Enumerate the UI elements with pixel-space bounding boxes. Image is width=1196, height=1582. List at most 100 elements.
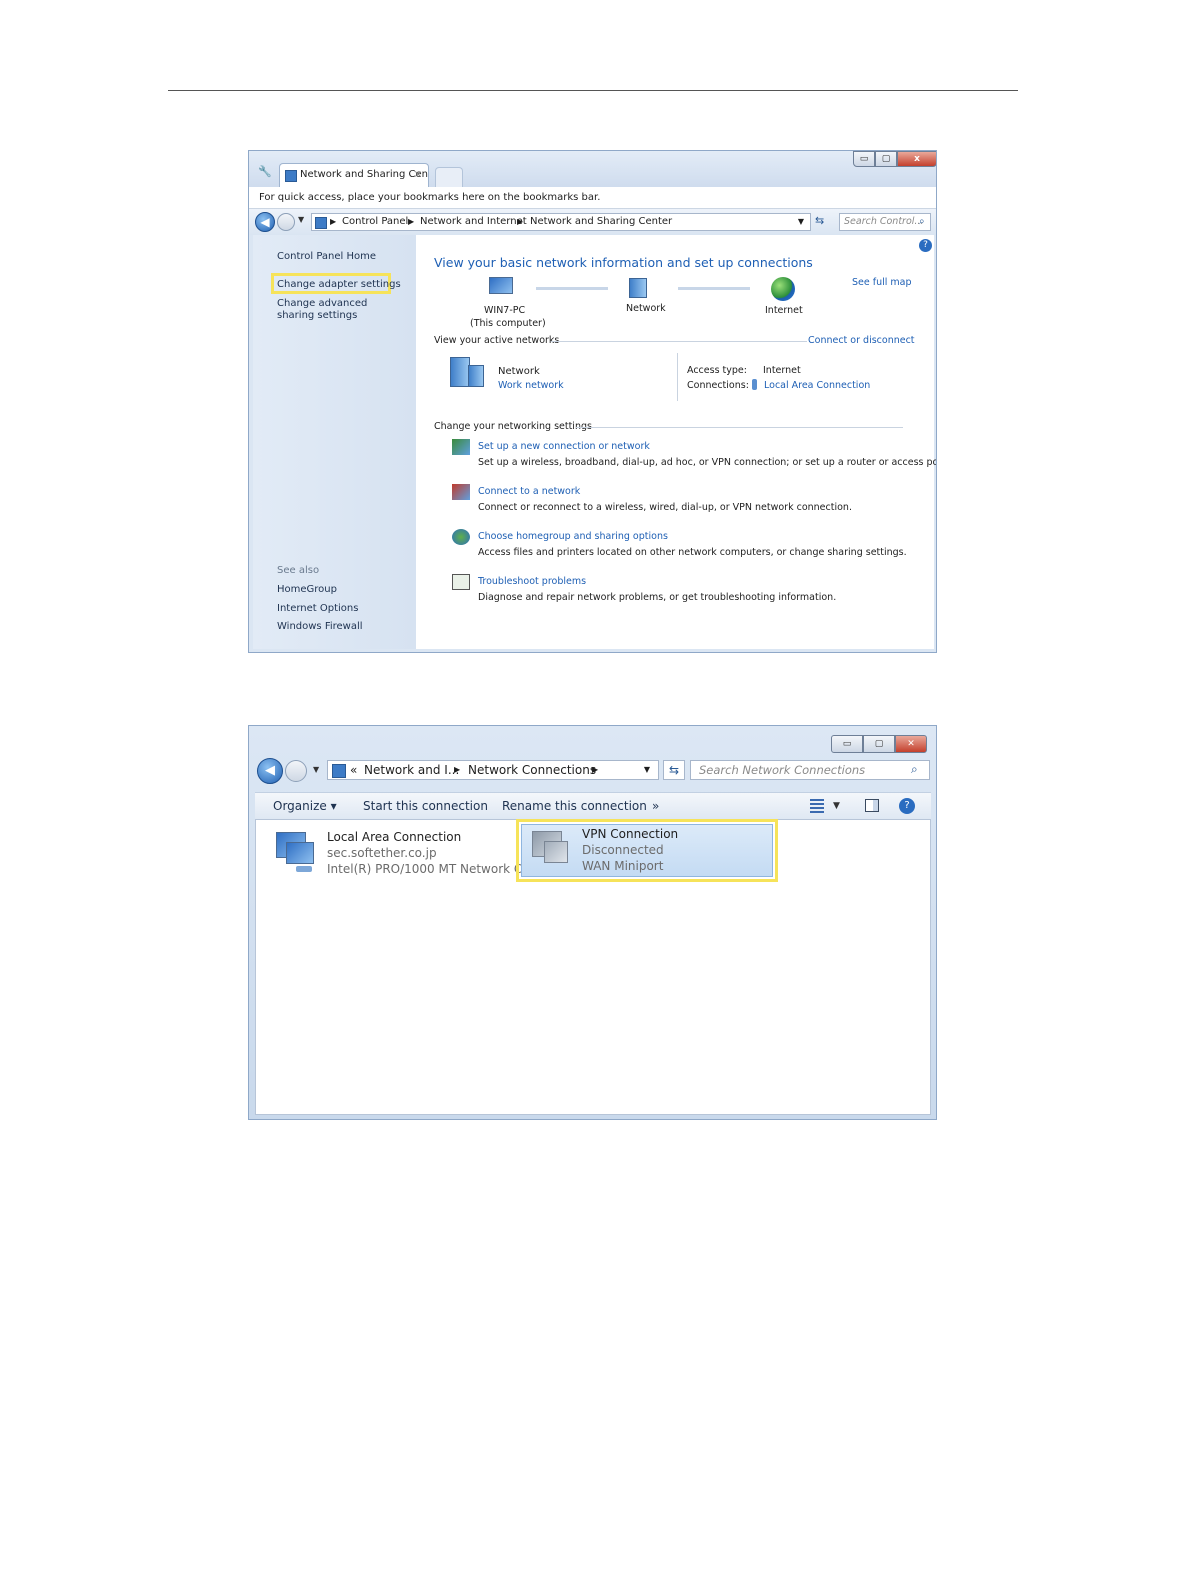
see-also-homegroup[interactable]: HomeGroup [277, 584, 337, 595]
access-type-value: Internet [763, 365, 801, 376]
see-also-internet-options[interactable]: Internet Options [277, 603, 358, 614]
organize-button[interactable]: Organize ▾ [273, 793, 337, 819]
search-input[interactable]: Search Control... [839, 213, 931, 231]
network-icon [629, 278, 647, 298]
tab-close-icon[interactable]: × [414, 164, 422, 186]
maximize-button[interactable]: ▢ [863, 735, 895, 753]
refresh-icon[interactable]: ⇆ [815, 214, 824, 227]
active-network-icon [450, 357, 470, 387]
minimize-button[interactable]: ▭ [831, 735, 863, 753]
task-connect-network-desc: Connect or reconnect to a wireless, wire… [478, 502, 852, 513]
start-connection-button[interactable]: Start this connection [363, 793, 488, 819]
see-full-map-link[interactable]: See full map [852, 277, 912, 288]
page-title: View your basic network information and … [434, 255, 813, 270]
task-setup-connection-link[interactable]: Set up a new connection or network [478, 441, 650, 452]
back-arrow-icon[interactable]: ◀ [257, 758, 283, 784]
help-icon[interactable]: ? [919, 239, 932, 252]
tab-network-sharing-center[interactable]: Network and Sharing Cent × [279, 163, 429, 187]
section-divider [576, 427, 903, 428]
section-divider [551, 341, 807, 342]
task-homegroup-link[interactable]: Choose homegroup and sharing options [478, 531, 668, 542]
breadcrumb-network-internet[interactable]: Network and Internet [420, 214, 527, 230]
active-network-icon [468, 365, 484, 387]
vpn-connection-icon [544, 841, 568, 863]
new-tab-button[interactable] [435, 167, 463, 187]
local-area-connection-link[interactable]: Local Area Connection [764, 380, 870, 391]
sidebar-home-link[interactable]: Control Panel Home [277, 251, 376, 262]
command-bar: Organize ▾ Start this connection Rename … [255, 792, 931, 820]
breadcrumb-separator-icon: ▶ [517, 217, 524, 226]
see-also-windows-firewall[interactable]: Windows Firewall [277, 621, 363, 632]
task-connect-network-link[interactable]: Connect to a network [478, 486, 580, 497]
tab-strip: 🔧 Network and Sharing Cent × ▭ ▢ x [249, 151, 936, 187]
connection-item-local-area[interactable]: Local Area Connection sec.softether.co.j… [270, 828, 534, 882]
address-dropdown-icon[interactable]: ▼ [798, 214, 804, 230]
map-connector-line [678, 287, 750, 290]
change-view-icon[interactable] [810, 799, 824, 813]
search-icon[interactable]: ⌕ [919, 216, 925, 227]
computer-sub: (This computer) [470, 318, 546, 329]
network-connections-window: ▭ ▢ ✕ ◀ ▼ « Network and I... ▶ Network C… [248, 725, 937, 1120]
address-box[interactable]: « Network and I... ▶ Network Connections… [327, 760, 659, 780]
breadcrumb-control-panel[interactable]: Control Panel [342, 214, 408, 230]
active-network-name: Network [498, 366, 540, 377]
forward-arrow-icon[interactable] [285, 760, 307, 782]
search-input[interactable]: Search Network Connections [690, 760, 930, 780]
connections-label: Connections: [687, 380, 749, 391]
map-connector-line [536, 287, 608, 290]
connection-status: sec.softether.co.jp [327, 846, 437, 860]
active-networks-heading: View your active networks [434, 335, 564, 346]
access-type-label: Access type: [687, 365, 747, 376]
homegroup-icon [452, 529, 470, 545]
task-homegroup-desc: Access files and printers located on oth… [478, 547, 907, 558]
preview-pane-icon[interactable] [865, 799, 879, 812]
computer-icon [489, 277, 513, 294]
connection-item-vpn[interactable]: VPN Connection Disconnected WAN Miniport [521, 824, 773, 877]
map-internet-label: Internet [765, 305, 803, 316]
breadcrumb-overflow[interactable]: « [350, 761, 357, 779]
address-box[interactable]: ▶ Control Panel ▶ Network and Internet ▶… [311, 213, 811, 231]
search-icon[interactable]: ⌕ [911, 762, 918, 777]
breadcrumb-separator-icon: ▶ [330, 217, 337, 226]
view-dropdown-icon[interactable]: ▼ [833, 793, 840, 819]
change-settings-heading: Change your networking settings [434, 421, 596, 432]
control-panel-icon [315, 217, 327, 229]
forward-arrow-icon[interactable] [277, 213, 295, 231]
troubleshoot-icon [452, 574, 470, 590]
maximize-button[interactable]: ▢ [875, 151, 897, 167]
connection-status: Disconnected [582, 843, 664, 857]
refresh-icon[interactable]: ⇆ [663, 760, 685, 780]
internet-globe-icon [771, 277, 795, 301]
sidebar-item-change-adapter-settings[interactable]: Change adapter settings [277, 279, 401, 290]
history-dropdown-icon[interactable]: ▼ [313, 765, 319, 774]
main-panel: View your basic network information and … [416, 235, 936, 649]
sidebar-item-change-advanced-sharing[interactable]: Change advanced sharing settings [277, 298, 397, 322]
close-button[interactable]: x [897, 151, 936, 167]
connection-name: Local Area Connection [327, 830, 462, 844]
sidebar: Control Panel Home Change adapter settin… [253, 235, 416, 649]
bookmarks-bar: For quick access, place your bookmarks h… [249, 187, 936, 209]
breadcrumb-network-sharing-center[interactable]: Network and Sharing Center [530, 214, 672, 230]
network-connections-icon [332, 764, 346, 778]
map-network-label: Network [626, 303, 666, 314]
task-troubleshoot-link[interactable]: Troubleshoot problems [478, 576, 586, 587]
help-icon[interactable]: ? [899, 798, 915, 814]
new-connection-icon [452, 439, 470, 455]
network-icon [285, 170, 297, 182]
breadcrumb-network-connections[interactable]: Network Connections [468, 761, 596, 779]
minimize-button[interactable]: ▭ [853, 151, 875, 167]
vertical-divider [677, 353, 678, 401]
back-arrow-icon[interactable]: ◀ [255, 212, 275, 232]
connections-list: Local Area Connection sec.softether.co.j… [255, 819, 931, 1115]
more-commands-button[interactable]: » [652, 793, 659, 819]
rename-connection-button[interactable]: Rename this connection [502, 793, 647, 819]
connect-or-disconnect-link[interactable]: Connect or disconnect [808, 335, 915, 346]
close-button[interactable]: ✕ [895, 735, 927, 753]
active-network-type-link[interactable]: Work network [498, 380, 564, 391]
address-dropdown-icon[interactable]: ▼ [644, 761, 650, 779]
connection-device: Intel(R) PRO/1000 MT Network C... [327, 862, 534, 876]
breadcrumb-network-internet[interactable]: Network and I... [364, 761, 459, 779]
ethernet-cable-icon [296, 866, 312, 872]
history-dropdown-icon[interactable]: ▼ [298, 215, 304, 224]
wrench-icon[interactable]: 🔧 [258, 165, 272, 178]
